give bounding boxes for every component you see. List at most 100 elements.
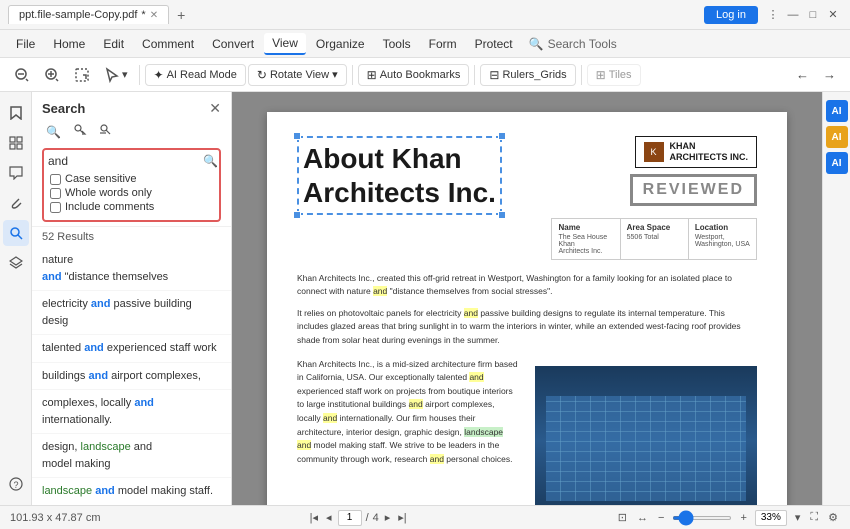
zoom-in-bottom-button[interactable]: + [738,512,748,524]
search-tool-3-button[interactable] [95,121,117,142]
search-filter-icon [99,123,113,137]
menubar: File Home Edit Comment Convert View Orga… [0,30,850,58]
bottombar-right: ⊡ ↔ − + ▾ ⛶ ⚙ [616,510,840,526]
sidebar-item-layers[interactable] [3,250,29,276]
active-tab[interactable]: ppt.file-sample-Copy.pdf * ✕ [8,5,169,24]
tiles-button[interactable]: ⊞ Tiles [587,64,641,86]
zoom-percent-input[interactable] [755,510,787,526]
sidebar-item-bookmark[interactable] [3,100,29,126]
menu-organize[interactable]: Organize [308,34,373,54]
ai-button-1[interactable]: AI [826,100,848,122]
menu-file[interactable]: File [8,34,43,54]
result-item-2[interactable]: electricity and passive building desig [32,291,231,335]
rotate-view-button[interactable]: ↻ Rotate View ▾ [248,64,347,86]
ai-button-3[interactable]: AI [826,152,848,174]
search-option-comments[interactable]: Include comments [50,200,213,214]
attachment-icon [9,196,23,210]
result-item-4[interactable]: buildings and airport complexes, [32,363,231,391]
search-input-area[interactable]: 🔍 Case sensitive Whole words only Includ… [42,148,221,222]
tiles-label: Tiles [609,69,632,81]
handle-tr[interactable] [498,132,506,140]
fit-width-button[interactable]: ↔ [635,512,650,524]
case-sensitive-label: Case sensitive [65,173,137,185]
new-tab-button[interactable]: + [173,7,189,23]
scroll-right-icon[interactable]: › [809,291,814,307]
search-option-whole-words[interactable]: Whole words only [50,186,213,200]
sidebar-item-attachment[interactable] [3,190,29,216]
comment-icon [9,166,23,180]
search-go-button[interactable]: 🔍 [203,154,218,168]
info-label-location: Location [695,223,750,232]
more-options-button[interactable]: ⋮ [764,6,782,24]
tab-label: ppt.file-sample-Copy.pdf [19,9,137,21]
whole-words-checkbox[interactable] [50,188,61,199]
marquee-button[interactable] [68,64,96,86]
menu-edit[interactable]: Edit [95,34,132,54]
page-prev-button[interactable]: ◂ [324,511,334,524]
login-button[interactable]: Log in [704,6,758,24]
tab-close-icon[interactable]: ✕ [150,10,158,21]
search-input[interactable] [48,154,203,168]
page-number-input[interactable] [338,510,362,526]
result-text-5: complexes, locally and [42,395,221,412]
search-replace-icon [73,123,87,137]
result-item-6[interactable]: design, landscape and model making [32,434,231,478]
include-comments-checkbox[interactable] [50,202,61,213]
handle-br[interactable] [498,211,506,219]
handle-bl[interactable] [293,211,301,219]
search-panel-close-button[interactable]: ✕ [209,100,221,117]
result-text-2: electricity and passive building desig [42,296,221,329]
menu-convert[interactable]: Convert [204,34,262,54]
result-item-5[interactable]: complexes, locally and internationally. [32,390,231,434]
zoom-slider[interactable] [672,516,732,520]
settings-bottom-button[interactable]: ⚙ [826,511,840,524]
pdf-body-firm: Khan Architects Inc., is a mid-sized arc… [297,358,519,467]
result-item-1[interactable]: nature and "distance themselves [32,247,231,291]
pdf-page: About KhanArchitects Inc. K KHANARCHITEC… [267,112,787,505]
search-tool-1-button[interactable]: 🔍 [42,123,65,141]
case-sensitive-checkbox[interactable] [50,174,61,185]
page-first-button[interactable]: |◂ [308,511,320,524]
menu-tools[interactable]: Tools [375,34,419,54]
rulers-grids-button[interactable]: ⊟ Rulers_Grids [480,64,575,86]
page-next-button[interactable]: ▸ [383,511,393,524]
ai-read-mode-button[interactable]: ✦ AI Read Mode [145,64,246,86]
highlight-and-7: and [430,454,444,464]
zoom-dropdown-button[interactable]: ▾ [793,511,803,524]
menu-protect[interactable]: Protect [467,34,521,54]
help-icon: ? [9,477,23,491]
zoom-in-button[interactable] [38,64,66,86]
search-tool-2-button[interactable] [69,121,91,142]
sidebar-item-thumbnail[interactable] [3,130,29,156]
result-item-7[interactable]: landscape and model making staff. [32,478,231,505]
cursor-button[interactable]: ▾ [98,64,134,86]
nav-forward-button[interactable]: → [817,64,842,85]
handle-tl[interactable] [293,132,301,140]
menu-form[interactable]: Form [421,34,465,54]
zoom-out-bottom-button[interactable]: − [656,512,666,524]
zoom-out-button[interactable] [8,64,36,86]
menu-view[interactable]: View [264,33,306,55]
search-option-case-sensitive[interactable]: Case sensitive [50,172,213,186]
fit-page-button[interactable]: ⊡ [616,511,629,524]
pdf-area[interactable]: About KhanArchitects Inc. K KHANARCHITEC… [232,92,822,505]
building-graphic [535,366,757,505]
fullscreen-button[interactable]: ⛶ [808,511,820,524]
sidebar-item-comment[interactable] [3,160,29,186]
menu-comment[interactable]: Comment [134,34,202,54]
page-last-button[interactable]: ▸| [396,511,408,524]
search-tools-area[interactable]: 🔍 Search Tools [529,37,617,51]
khan-logo: K KHANARCHITECTS INC. [635,136,758,168]
minimize-button[interactable]: — [784,6,802,24]
sidebar-item-help[interactable]: ? [3,471,29,497]
auto-bookmarks-button[interactable]: ⊞ Auto Bookmarks [358,64,470,86]
close-button[interactable]: ✕ [824,6,842,24]
search-panel-header: Search ✕ [32,92,231,121]
main-layout: ? Search ✕ 🔍 🔍 Case [0,92,850,505]
ai-button-2[interactable]: AI [826,126,848,148]
sidebar-item-search[interactable] [3,220,29,246]
menu-home[interactable]: Home [45,34,93,54]
nav-back-button[interactable]: ← [790,64,815,85]
maximize-button[interactable]: □ [804,6,822,24]
result-item-3[interactable]: talented and experienced staff work [32,335,231,363]
